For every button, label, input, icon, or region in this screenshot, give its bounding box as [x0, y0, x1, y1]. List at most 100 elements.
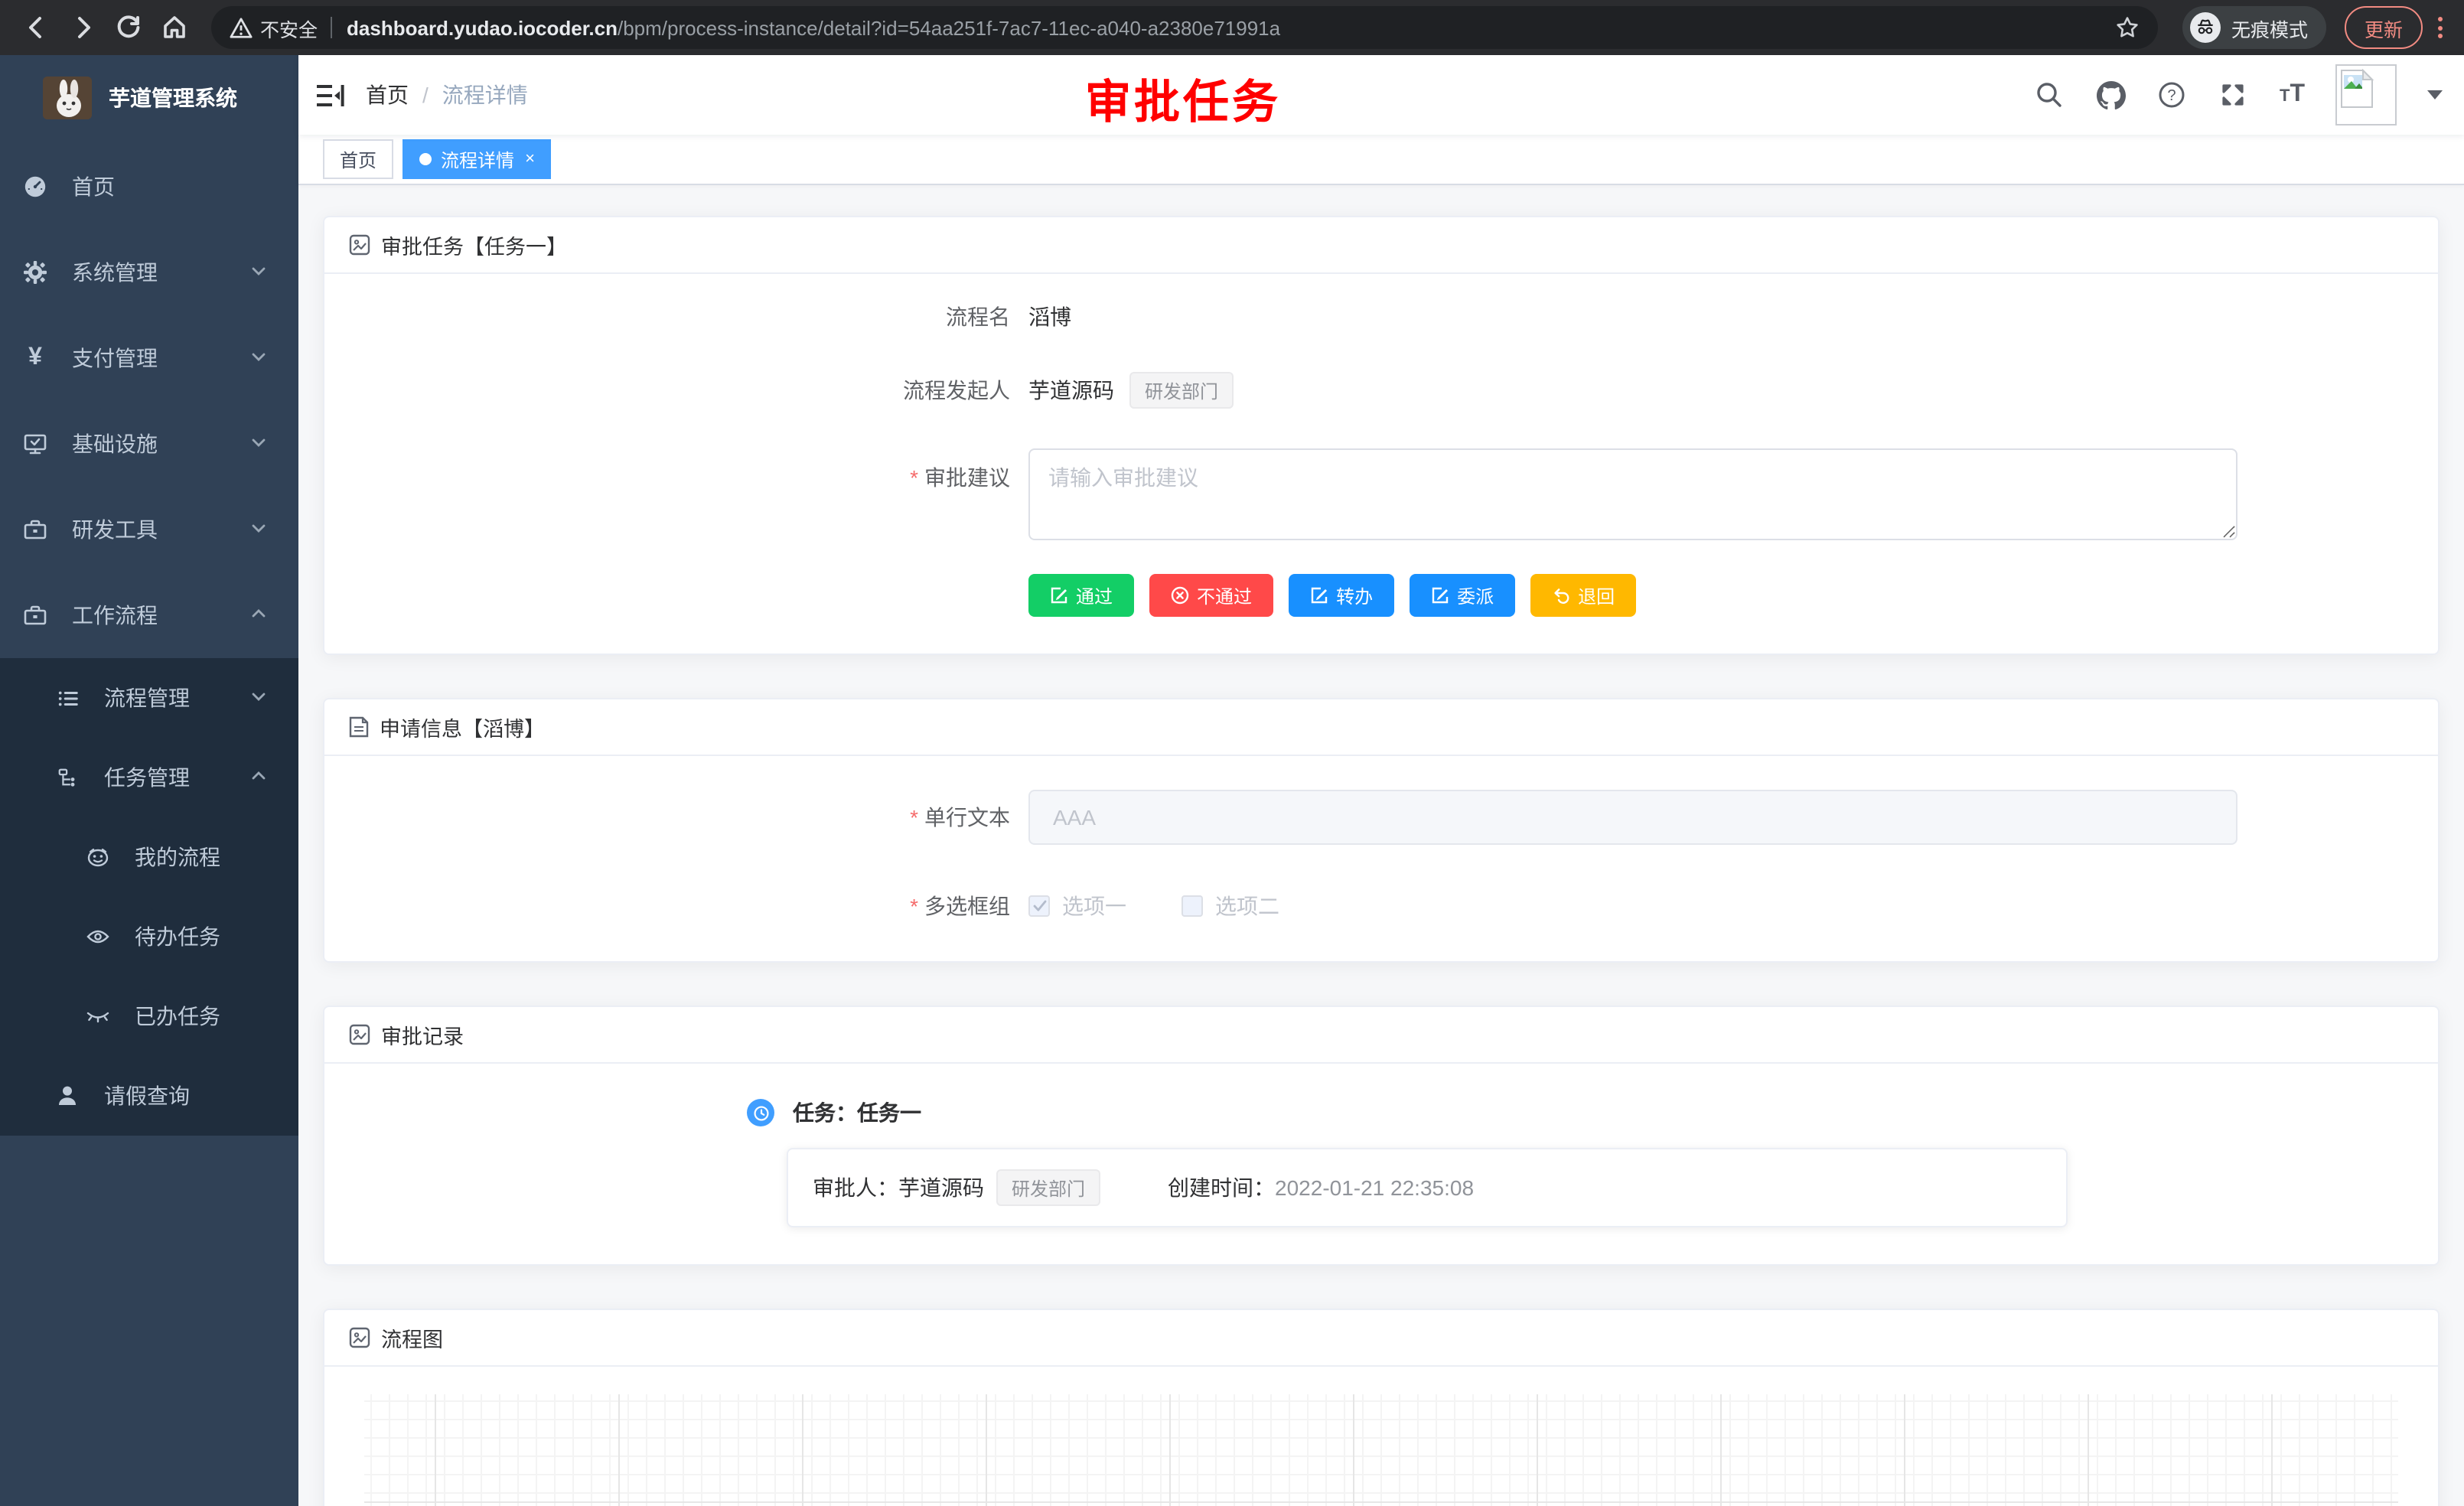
chevron-up-icon: [249, 603, 268, 628]
breadcrumb: 首页 / 流程详情: [366, 80, 528, 110]
process-diagram-card: 流程图: [323, 1309, 2440, 1506]
sidebar: 芋道管理系统 首页 系统管理 ¥: [0, 55, 298, 1506]
app-title: 芋道管理系统: [109, 83, 237, 113]
breadcrumb-home[interactable]: 首页: [366, 80, 409, 110]
sidebar-item-workflow[interactable]: 工作流程: [0, 572, 298, 658]
close-icon[interactable]: ×: [525, 151, 535, 168]
breadcrumb-separator: /: [422, 83, 429, 107]
warning-icon: [230, 16, 253, 39]
sidebar-item-infra[interactable]: 基础设施: [0, 401, 298, 487]
tab-process-detail[interactable]: 流程详情×: [403, 139, 552, 179]
update-button[interactable]: 更新: [2345, 6, 2423, 49]
single-line-text-input: [1028, 790, 2237, 845]
browser-menu-icon[interactable]: [2438, 17, 2443, 38]
card-title: 审批任务【任务一】: [381, 230, 567, 260]
approval-record-card: 审批记录 任务：任务一 审批人： 芋道: [323, 1006, 2440, 1266]
transfer-button[interactable]: 转办: [1289, 574, 1394, 617]
yen-icon: ¥: [23, 346, 47, 370]
sidebar-item-process-mgmt[interactable]: 流程管理: [0, 658, 298, 738]
edit-icon: [1431, 586, 1449, 605]
user-icon: [55, 1084, 80, 1108]
document-icon: [349, 716, 369, 738]
url-bar[interactable]: 不安全 dashboard.yudao.iocoder.cn/bpm/proce…: [211, 6, 2158, 49]
back-icon[interactable]: [15, 6, 58, 49]
avatar[interactable]: [2335, 64, 2397, 126]
process-name-value: 滔博: [1028, 302, 1071, 332]
sidebar-item-payment[interactable]: ¥ 支付管理: [0, 315, 298, 401]
forward-icon[interactable]: [61, 6, 104, 49]
card-title: 审批记录: [381, 1019, 464, 1050]
sidebar-item-todo-tasks[interactable]: 待办任务: [0, 897, 298, 976]
annotation-text: 审批任务: [1085, 64, 1281, 132]
active-dot: [419, 153, 432, 165]
checkbox-group-label: *多选框组: [355, 891, 1028, 921]
delegate-button[interactable]: 委派: [1410, 574, 1515, 617]
caret-down-icon[interactable]: [2427, 90, 2443, 99]
card-title: 申请信息【滔博】: [380, 712, 545, 742]
toolbox-icon: [23, 517, 47, 542]
timeline-clock-icon: [747, 1099, 774, 1126]
chevron-down-icon: [249, 260, 268, 285]
action-buttons: 通过 不通过 转办 委: [1028, 574, 2407, 617]
tree-icon: [55, 765, 80, 790]
application-info-card: 申请信息【滔博】 *单行文本 *多选框组 选项一: [323, 698, 2440, 963]
picture-icon: [349, 1327, 370, 1348]
github-icon[interactable]: [2096, 80, 2127, 110]
omnibox-divider: [330, 17, 331, 38]
bookmark-star-icon[interactable]: [2115, 15, 2140, 40]
incognito-badge: 无痕模式: [2182, 6, 2326, 49]
sidebar-item-task-mgmt[interactable]: 任务管理: [0, 738, 298, 817]
app-header: 首页 / 流程详情 审批任务 ?: [298, 55, 2464, 135]
screen: 不安全 dashboard.yudao.iocoder.cn/bpm/proce…: [0, 0, 2464, 1506]
reload-icon[interactable]: [107, 6, 150, 49]
required-asterisk: *: [910, 465, 918, 490]
breadcrumb-current: 流程详情: [442, 80, 528, 110]
sidebar-item-system[interactable]: 系统管理: [0, 230, 298, 315]
hamburger-icon[interactable]: [298, 55, 366, 135]
reject-button[interactable]: 不通过: [1149, 574, 1273, 617]
return-button[interactable]: 退回: [1530, 574, 1636, 617]
sidebar-item-home[interactable]: 首页: [0, 144, 298, 230]
edit-icon: [1050, 586, 1068, 605]
help-icon[interactable]: ?: [2157, 80, 2188, 110]
picture-icon: [349, 234, 370, 256]
required-asterisk: *: [910, 805, 918, 830]
checkbox-option2-label: 选项二: [1215, 891, 1279, 921]
svg-text:?: ?: [2168, 87, 2176, 104]
font-size-icon[interactable]: TT: [2280, 81, 2305, 109]
incognito-label: 无痕模式: [2231, 13, 2308, 42]
broken-image-icon: [2340, 69, 2374, 109]
browser-toolbar: 不安全 dashboard.yudao.iocoder.cn/bpm/proce…: [0, 0, 2464, 55]
sidebar-item-devtools[interactable]: 研发工具: [0, 487, 298, 572]
created-value: 2022-01-21 22:35:08: [1275, 1175, 1474, 1200]
sidebar-item-my-process[interactable]: 我的流程: [0, 817, 298, 897]
comment-textarea[interactable]: [1028, 448, 2237, 540]
card-header: 流程图: [324, 1310, 2438, 1367]
fullscreen-icon[interactable]: [2218, 80, 2249, 110]
circle-close-icon: [1171, 586, 1189, 605]
eye-closed-icon: [86, 1004, 110, 1028]
comment-label: *审批建议: [355, 448, 1028, 493]
card-header: 审批记录: [324, 1007, 2438, 1064]
sidebar-item-leave-query[interactable]: 请假查询: [0, 1056, 298, 1136]
card-header: 审批任务【任务一】: [324, 217, 2438, 274]
main-area: 首页 / 流程详情 审批任务 ?: [298, 55, 2464, 1506]
sidebar-logo-row[interactable]: 芋道管理系统: [0, 55, 298, 141]
search-icon[interactable]: [2035, 80, 2065, 110]
picture-icon: [349, 1024, 370, 1045]
gear-icon: [23, 260, 47, 285]
incognito-icon: [2190, 12, 2221, 43]
sidebar-menu: 首页 系统管理 ¥ 支付管理: [0, 141, 298, 1136]
edit-icon: [1310, 586, 1328, 605]
tab-home[interactable]: 首页: [323, 139, 393, 179]
sidebar-item-done-tasks[interactable]: 已办任务: [0, 976, 298, 1056]
header-actions: ? TT: [2035, 64, 2464, 126]
chevron-down-icon: [249, 517, 268, 542]
rollback-icon: [1552, 586, 1570, 605]
dept-tag: 研发部门: [996, 1169, 1100, 1206]
bpmn-diagram-canvas[interactable]: [364, 1394, 2398, 1506]
home-icon[interactable]: [153, 6, 196, 49]
approve-button[interactable]: 通过: [1028, 574, 1134, 617]
page-content: 审批任务【任务一】 流程名 滔博 流程发起人 芋道源码研发部门 *审批建议: [298, 185, 2464, 1506]
eye-open-icon: [86, 924, 110, 949]
